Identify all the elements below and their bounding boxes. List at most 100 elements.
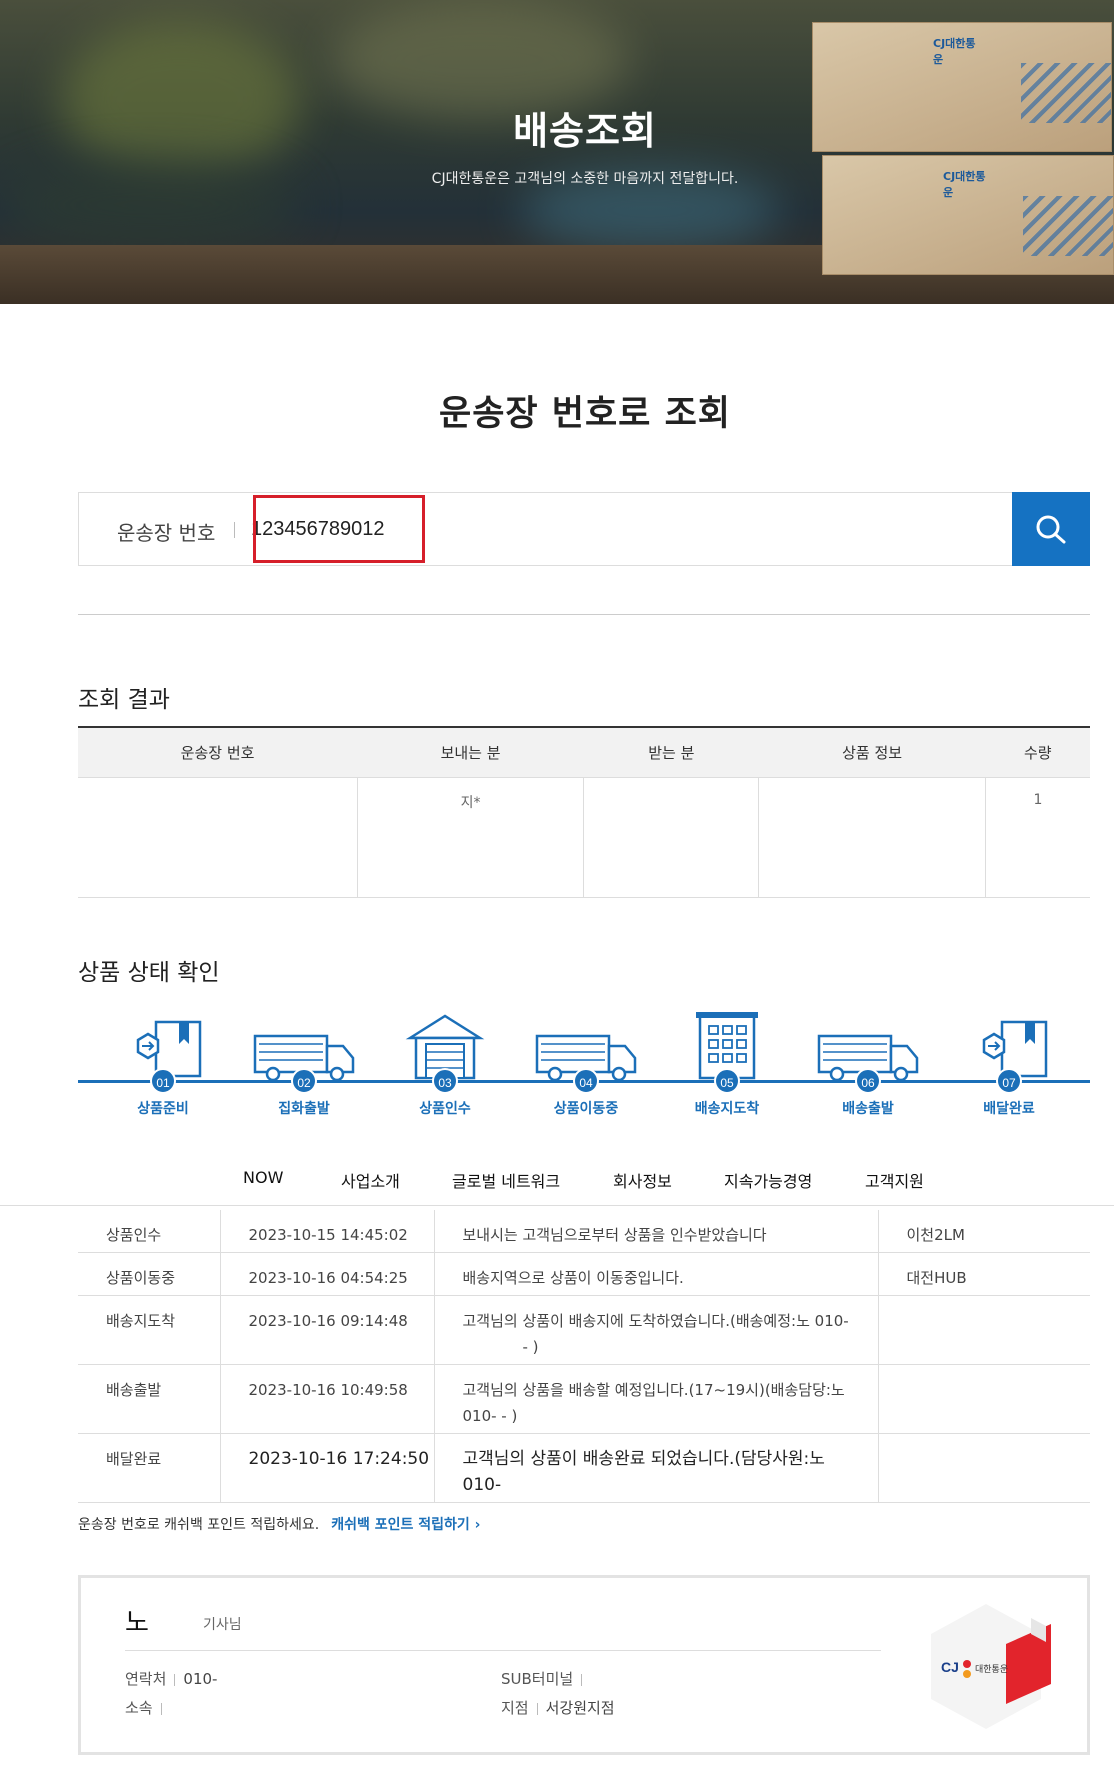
history-desc-text: 고객님의 상품이 배송지에 도착하였습니다.(배송예정:노 010- bbox=[462, 1311, 849, 1330]
table-row: 지* 1 bbox=[78, 777, 1090, 898]
history-location: 대전HUB bbox=[878, 1252, 1090, 1296]
column-header: 상품 정보 bbox=[758, 727, 986, 778]
step-label: 상품인수 bbox=[419, 1101, 471, 1117]
history-time: 2023-10-16 09:14:48 bbox=[220, 1295, 435, 1365]
search-icon bbox=[1036, 515, 1066, 544]
history-status: 배송지도착 bbox=[78, 1295, 221, 1365]
contact-value: 010- bbox=[183, 1670, 218, 1688]
logo-company-text: 대한통운 bbox=[975, 1664, 1008, 1675]
logo-cj-text: CJ bbox=[941, 1659, 959, 1675]
history-desc: 고객님의 상품이 배송지에 도착하였습니다.(배송예정:노 010- - ) bbox=[434, 1295, 879, 1365]
history-location bbox=[878, 1433, 1090, 1503]
history-desc-text: 고객님의 상품을 배송할 예정입니다.(17~19시)(배송담당:노 bbox=[462, 1380, 845, 1399]
nav-item-support[interactable]: 고객지원 bbox=[865, 1168, 924, 1192]
table-row: 상품인수 2023-10-15 14:45:02 보내시는 고객님으로부터 상품… bbox=[78, 1210, 1090, 1253]
step-number: 03 bbox=[432, 1068, 458, 1094]
table-row: 상품이동중 2023-10-16 04:54:25 배송지역으로 상품이 이동중… bbox=[78, 1252, 1090, 1296]
nav-item-business[interactable]: 사업소개 bbox=[341, 1168, 400, 1192]
driver-contact: 연락처 010- bbox=[125, 1668, 217, 1689]
history-desc: 보내시는 고객님으로부터 상품을 인수받았습니다 bbox=[434, 1210, 879, 1253]
table-row: 배달완료 2023-10-16 17:24:50 고객님의 상품이 배송완료 되… bbox=[78, 1433, 1090, 1503]
history-status: 배송출발 bbox=[78, 1364, 221, 1434]
step-label: 상품준비 bbox=[137, 1101, 189, 1117]
result-table: 운송장 번호 보내는 분 받는 분 상품 정보 수량 지* 1 bbox=[78, 726, 1090, 898]
cell-sender: 지* bbox=[357, 777, 585, 898]
history-desc: 고객님의 상품을 배송할 예정입니다.(17~19시)(배송담당:노 010- -… bbox=[434, 1364, 879, 1434]
column-header: 운송장 번호 bbox=[78, 727, 358, 778]
table-row: 배송출발 2023-10-16 10:49:58 고객님의 상품을 배송할 예정… bbox=[78, 1364, 1090, 1434]
status-title: 상품 상태 확인 bbox=[78, 960, 220, 986]
result-title: 조회 결과 bbox=[78, 687, 170, 713]
history-status: 상품인수 bbox=[78, 1210, 221, 1253]
nav-item-now[interactable]: NOW bbox=[243, 1168, 283, 1187]
search-label: 운송장 번호 bbox=[117, 521, 216, 545]
nav-item-global-network[interactable]: 글로벌 네트워크 bbox=[452, 1168, 560, 1192]
table-row: 배송지도착 2023-10-16 09:14:48 고객님의 상품이 배송지에 … bbox=[78, 1295, 1090, 1365]
driver-branch: 지점 서강원지점 bbox=[501, 1697, 615, 1718]
section-divider bbox=[78, 614, 1090, 615]
history-time: 2023-10-16 04:54:25 bbox=[220, 1252, 435, 1296]
affiliation-label: 소속 bbox=[125, 1699, 153, 1717]
history-desc-text: 010- bbox=[462, 1474, 502, 1495]
driver-sub-terminal: SUB터미널 bbox=[501, 1668, 590, 1689]
history-desc: 고객님의 상품이 배송완료 되었습니다.(담당사원:노 010- bbox=[434, 1433, 879, 1503]
history-time: 2023-10-16 10:49:58 bbox=[220, 1364, 435, 1434]
tracking-number-input[interactable] bbox=[251, 511, 1071, 547]
history-time: 2023-10-16 17:24:50 bbox=[220, 1433, 435, 1503]
hero-title: 배송조회 bbox=[513, 109, 657, 153]
history-desc-text: 010- - ) bbox=[462, 1406, 518, 1425]
history-status: 상품이동중 bbox=[78, 1252, 221, 1296]
tracking-search-box: 운송장 번호 bbox=[78, 492, 1090, 566]
step-label: 집화출발 bbox=[278, 1101, 330, 1117]
search-separator bbox=[234, 522, 235, 538]
history-location bbox=[878, 1364, 1090, 1434]
driver-affiliation: 소속 bbox=[125, 1697, 170, 1718]
column-header: 보내는 분 bbox=[357, 727, 584, 778]
cell-quantity: 1 bbox=[985, 777, 1090, 898]
history-time: 2023-10-15 14:45:02 bbox=[220, 1210, 435, 1253]
branch-value: 서강원지점 bbox=[545, 1699, 615, 1717]
nav-item-sustainability[interactable]: 지속가능경영 bbox=[724, 1168, 812, 1192]
driver-card: 노 기사님 연락처 010- 소속 SUB터미널 지점 서강원지점 CJ 대한통운 bbox=[78, 1575, 1090, 1755]
contact-label: 연락처 bbox=[125, 1670, 167, 1688]
cashback-text: 운송장 번호로 캐쉬백 포인트 적립하세요. bbox=[78, 1517, 320, 1533]
cell-product bbox=[758, 777, 987, 898]
global-nav: NOW 사업소개 글로벌 네트워크 회사정보 지속가능경영 고객지원 bbox=[0, 1148, 1114, 1206]
column-header: 수량 bbox=[985, 727, 1090, 778]
nav-item-company[interactable]: 회사정보 bbox=[613, 1168, 672, 1192]
cell-receiver bbox=[583, 777, 760, 898]
cashback-notice: 운송장 번호로 캐쉬백 포인트 적립하세요. 캐쉬백 포인트 적립하기 › bbox=[78, 1514, 480, 1534]
hero-subtitle: CJ대한통운은 고객님의 소중한 마음까지 전달합니다. bbox=[431, 171, 739, 187]
history-location: 이천2LM bbox=[878, 1210, 1090, 1253]
column-header: 받는 분 bbox=[583, 727, 759, 778]
history-desc-text: 보내시는 고객님으로부터 상품을 인수받았습니다 bbox=[462, 1226, 767, 1244]
step-number: 07 bbox=[996, 1068, 1022, 1094]
step-number: 06 bbox=[855, 1068, 881, 1094]
step-number: 01 bbox=[150, 1068, 176, 1094]
driver-name: 노 bbox=[125, 1608, 149, 1638]
history-desc-text: 배송지역으로 상품이 이동중입니다. bbox=[462, 1268, 684, 1287]
step-number: 05 bbox=[714, 1068, 740, 1094]
cell-tracking-number bbox=[78, 777, 358, 898]
cashback-link[interactable]: 캐쉬백 포인트 적립하기 › bbox=[331, 1517, 480, 1533]
tracking-history-table: 상품인수 2023-10-15 14:45:02 보내시는 고객님으로부터 상품… bbox=[78, 1210, 1090, 1503]
card-divider bbox=[125, 1650, 881, 1651]
branch-label: 지점 bbox=[501, 1699, 529, 1717]
parcel-logo: CJ대한통운 bbox=[933, 37, 976, 66]
cj-logo: CJ 대한통운 bbox=[931, 1604, 1051, 1729]
step-number: 02 bbox=[291, 1068, 317, 1094]
history-desc-text: 고객님의 상품이 배송완료 되었습니다.(담당사원:노 bbox=[462, 1448, 825, 1469]
step-label: 상품이동중 bbox=[553, 1101, 619, 1117]
history-desc-text: - ) bbox=[522, 1337, 539, 1356]
page-title: 운송장 번호로 조회 bbox=[439, 394, 731, 434]
sub-terminal-label: SUB터미널 bbox=[501, 1670, 574, 1688]
history-desc: 배송지역으로 상품이 이동중입니다. bbox=[434, 1252, 879, 1296]
step-number: 04 bbox=[573, 1068, 599, 1094]
search-button[interactable] bbox=[1012, 492, 1090, 566]
hero-banner: CJ대한통운 CJ대한통운 배송조회 CJ대한통운은 고객님의 소중한 마음까지… bbox=[0, 0, 1114, 304]
step-label: 배송출발 bbox=[842, 1101, 894, 1117]
history-location bbox=[878, 1295, 1090, 1365]
step-label: 배달완료 bbox=[983, 1101, 1035, 1117]
history-status: 배달완료 bbox=[78, 1433, 221, 1503]
step-label: 배송지도착 bbox=[694, 1101, 760, 1117]
